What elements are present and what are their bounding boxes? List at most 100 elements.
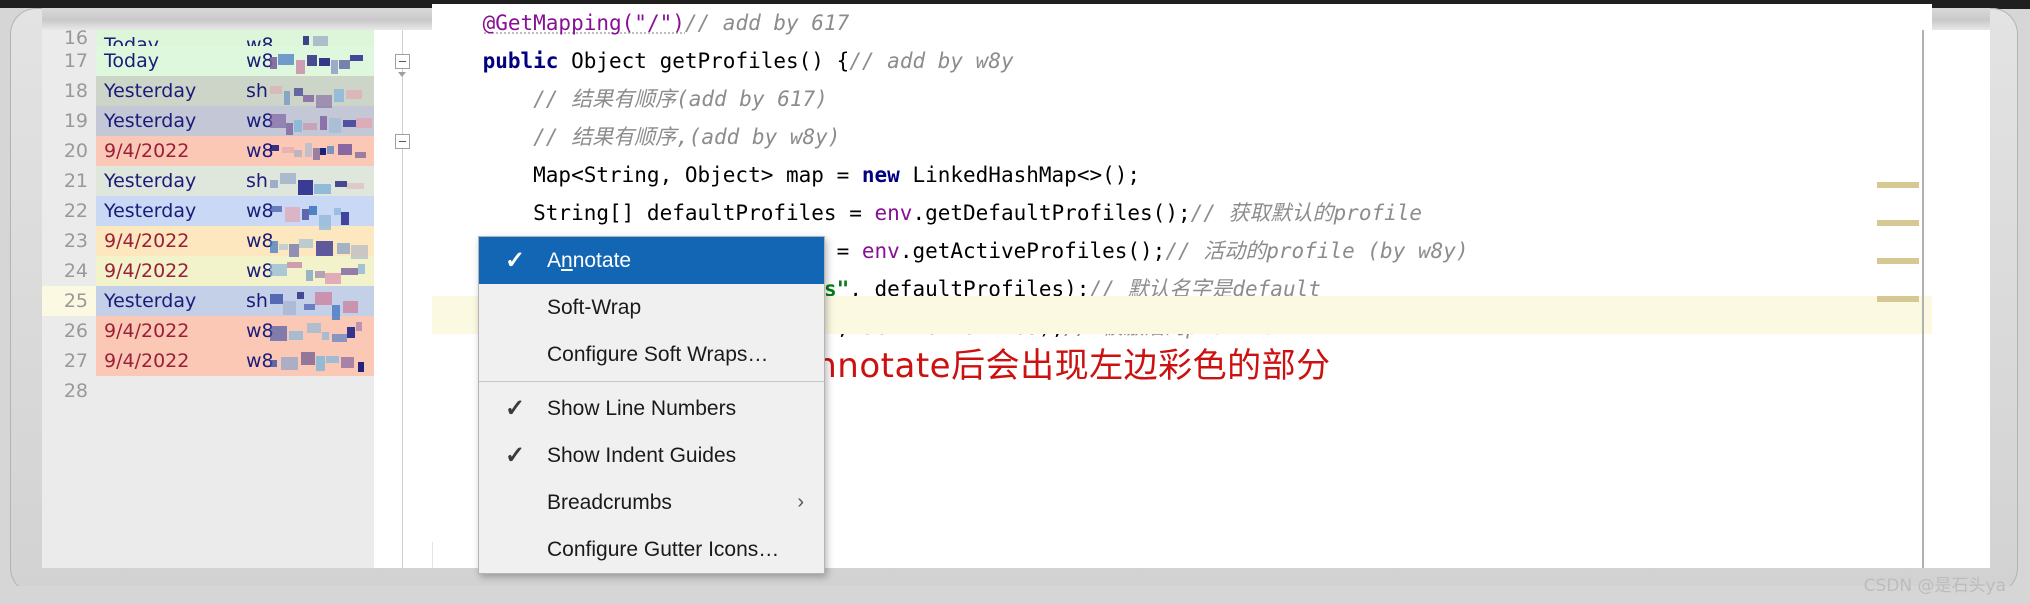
line-number: 27 [63, 350, 88, 372]
redacted-author-pixel [289, 331, 303, 340]
redacted-author-pixel [332, 305, 340, 320]
check-icon: ✓ [505, 395, 526, 422]
redacted-author-pixel [358, 264, 365, 274]
code-line[interactable]: // 结果有顺序(add by 617) [432, 80, 1932, 118]
redacted-author-pixel [347, 183, 364, 189]
annotate-date: Yesterday [104, 110, 197, 132]
code-line[interactable]: String[] defaultProfiles = env.getDefaul… [432, 194, 1932, 232]
menu-item-soft-wrap[interactable]: Soft-Wrap [479, 284, 824, 331]
annotate-row[interactable]: 21 Yesterday sh [42, 166, 374, 196]
code-line[interactable]: Map<String, Object> map = new LinkedHash… [432, 156, 1932, 194]
code-line[interactable]: @GetMapping("/")// add by 617 [432, 4, 1932, 42]
line-number: 18 [63, 80, 88, 102]
right-gutter-marker[interactable] [1877, 296, 1919, 302]
redacted-author-pixel [294, 120, 302, 132]
annotate-row[interactable]: 28 [42, 376, 374, 406]
annotate-row[interactable]: 19 Yesterday w8 [42, 106, 374, 136]
redacted-author-pixel [346, 90, 362, 99]
redacted-author-pixel [343, 301, 358, 313]
fold-guide-line [402, 30, 403, 568]
redacted-author-pixel [347, 327, 355, 338]
line-number: 16 [63, 30, 88, 46]
bottom-chrome-strip [10, 586, 2018, 604]
annotate-row[interactable]: 24 9/4/2022 w8 [42, 256, 374, 286]
annotate-author: w8 [246, 34, 274, 46]
code-token: env [861, 239, 900, 263]
code-token: env [874, 201, 913, 225]
annotate-date: 9/4/2022 [104, 230, 190, 252]
redacted-author-pixel [355, 152, 366, 158]
window-frame: 16 Today w8 17 Today w8 18 Yesterday sh 19 Yesterd… [10, 4, 2018, 594]
code-token: // 获取默认的profile [1190, 201, 1423, 225]
redacted-author-pixel [358, 362, 364, 372]
redacted-author-pixel [270, 326, 287, 341]
annotate-row[interactable]: 27 9/4/2022 w8 [42, 346, 374, 376]
annotate-row[interactable]: 23 9/4/2022 w8 [42, 226, 374, 259]
right-gutter-marker[interactable] [1877, 258, 1919, 264]
annotate-row[interactable]: 18 Yesterday sh [42, 76, 374, 108]
redacted-author-pixel [327, 146, 334, 154]
menu-item-breadcrumbs[interactable]: Breadcrumbs › [479, 479, 824, 526]
annotate-row[interactable]: 16 Today w8 [42, 30, 374, 46]
redacted-author-pixel [286, 123, 293, 135]
check-icon: ✓ [505, 442, 526, 469]
redacted-author-pixel [307, 55, 317, 66]
annotate-row[interactable]: 22 Yesterday w8 [42, 196, 374, 230]
line-number: 24 [63, 260, 88, 282]
right-gutter-marker[interactable] [1877, 220, 1919, 226]
annotate-date: Today [104, 34, 159, 46]
code-token: // add by 617 [684, 11, 850, 35]
redacted-author-pixel [305, 143, 312, 157]
redacted-author-pixel [281, 357, 298, 370]
line-number: 26 [63, 320, 88, 342]
annotate-gutter[interactable]: 16 Today w8 17 Today w8 18 Yesterday sh 19 Yesterd… [42, 30, 374, 568]
redacted-author-pixel [337, 243, 350, 254]
redacted-author-pixel [320, 148, 326, 155]
fold-collapse-icon[interactable] [395, 54, 410, 69]
code-token: Object getProfiles() { [571, 49, 850, 73]
line-number: 20 [63, 140, 88, 162]
right-gutter-marker[interactable] [1877, 182, 1919, 188]
redacted-author-pixel [316, 241, 333, 256]
menu-item-show-indent-guides[interactable]: ✓ Show Indent Guides [479, 432, 824, 479]
menu-item-show-line-numbers[interactable]: ✓ Show Line Numbers [479, 385, 824, 432]
gutter-context-menu[interactable]: ✓ Annotate Soft-Wrap Configure Soft Wraps… ✓… [478, 236, 825, 574]
redacted-author-pixel [270, 360, 277, 367]
annotate-row[interactable]: 17 Today w8 [42, 46, 374, 76]
redacted-author-pixel [319, 58, 330, 66]
redacted-author-pixel [301, 352, 315, 365]
editor-scrollbar[interactable] [1922, 30, 1924, 568]
line-number: 28 [63, 380, 88, 402]
line-number: 22 [63, 200, 88, 222]
annotate-date: 9/4/2022 [104, 350, 190, 372]
code-line[interactable]: // 结果有顺序,(add by w8y) [432, 118, 1932, 156]
redacted-author-pixel [296, 60, 305, 74]
redacted-author-pixel [279, 244, 288, 250]
annotate-date: Yesterday [104, 200, 197, 222]
redacted-author-pixel [294, 150, 302, 157]
annotate-date: 9/4/2022 [104, 260, 190, 282]
redacted-author-pixel [356, 118, 372, 128]
annotate-row[interactable]: 26 9/4/2022 w8 [42, 316, 374, 346]
menu-item-configure-soft-wraps[interactable]: Configure Soft Wraps… [479, 331, 824, 378]
redacted-author-pixel [270, 114, 286, 128]
annotate-date: Yesterday [104, 170, 197, 192]
annotate-row[interactable]: 25 Yesterday sh [42, 286, 374, 320]
annotate-row[interactable]: 20 9/4/2022 w8 [42, 136, 374, 166]
redacted-author-pixel [303, 123, 317, 130]
redacted-author-pixel [270, 86, 282, 94]
code-fold-gutter[interactable] [374, 30, 433, 568]
redacted-author-pixel [316, 356, 325, 371]
redacted-author-pixel [304, 304, 315, 310]
redacted-author-pixel [325, 273, 341, 284]
fold-arrow-icon [398, 72, 406, 77]
fold-collapse-icon[interactable] [395, 134, 410, 149]
menu-item-label: Show Line Numbers [547, 397, 737, 420]
code-line[interactable]: public Object getProfiles() {// add by w… [432, 42, 1932, 80]
menu-item-configure-gutter-icons[interactable]: Configure Gutter Icons… [479, 526, 824, 573]
redacted-author-pixel [326, 356, 339, 363]
menu-item-annotate[interactable]: ✓ Annotate [479, 237, 824, 284]
redacted-author-pixel [299, 239, 313, 248]
code-token: public [482, 49, 572, 73]
